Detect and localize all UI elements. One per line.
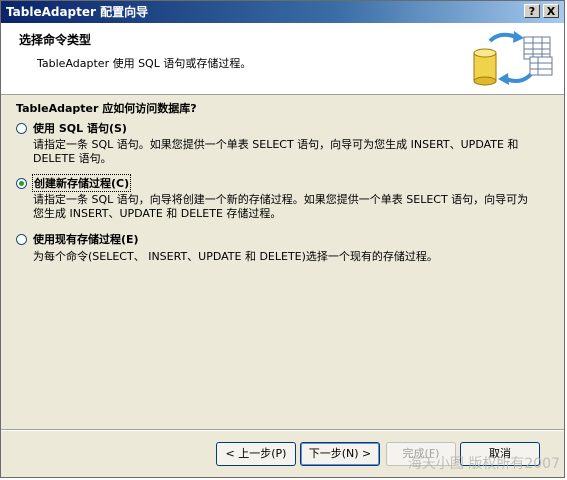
option-create-stored-procedure[interactable]: 创建新存储过程(C) [16, 174, 132, 192]
close-button[interactable]: X [543, 4, 559, 18]
access-question: TableAdapter 应如何访问数据库? [16, 102, 197, 115]
page-title: 选择命令类型 [19, 33, 92, 47]
radio-existing-stored-procedure[interactable] [16, 233, 27, 245]
help-button[interactable]: ? [524, 4, 540, 18]
back-button[interactable]: < 上一步(P) [216, 442, 296, 466]
next-button[interactable]: 下一步(N) > [300, 442, 380, 466]
option-create-stored-procedure-description: 请指定一条 SQL 语句，向导将创建一个新的存储过程。如果您提供一个单表 SEL… [33, 193, 529, 220]
radio-sql-statement[interactable] [16, 122, 27, 134]
watermark: 海天小图 版权所有2007 [407, 456, 560, 472]
wizard-window: TableAdapter 配置向导 ? X 选择命令类型 TableAdapte… [0, 0, 565, 478]
option-existing-stored-procedure-label[interactable]: 使用现有存储过程(E) [33, 231, 139, 247]
option-existing-stored-procedure-description: 为每个命令(SELECT、 INSERT、UPDATE 和 DELETE)选择一… [33, 250, 438, 263]
option-create-stored-procedure-label[interactable]: 创建新存储过程(C) [31, 174, 132, 192]
option-sql-statement-description: 请指定一条 SQL 语句。如果您提供一个单表 SELECT 语句，向导可为您生成… [33, 138, 519, 165]
option-existing-stored-procedure[interactable]: 使用现有存储过程(E) [16, 231, 139, 247]
title-bar: TableAdapter 配置向导 ? X [1, 1, 564, 23]
button-separator [1, 429, 564, 431]
page-description: TableAdapter 使用 SQL 语句或存储过程。 [37, 57, 252, 70]
option-sql-statement[interactable]: 使用 SQL 语句(S) [16, 120, 127, 136]
window-title: TableAdapter 配置向导 [6, 5, 149, 19]
radio-create-stored-procedure[interactable] [16, 177, 27, 189]
option-sql-statement-label[interactable]: 使用 SQL 语句(S) [33, 120, 127, 136]
wizard-content: TableAdapter 应如何访问数据库? 使用 SQL 语句(S) 请指定一… [1, 95, 564, 425]
database-command-icon [473, 31, 553, 86]
wizard-header: 选择命令类型 TableAdapter 使用 SQL 语句或存储过程。 [1, 23, 564, 95]
